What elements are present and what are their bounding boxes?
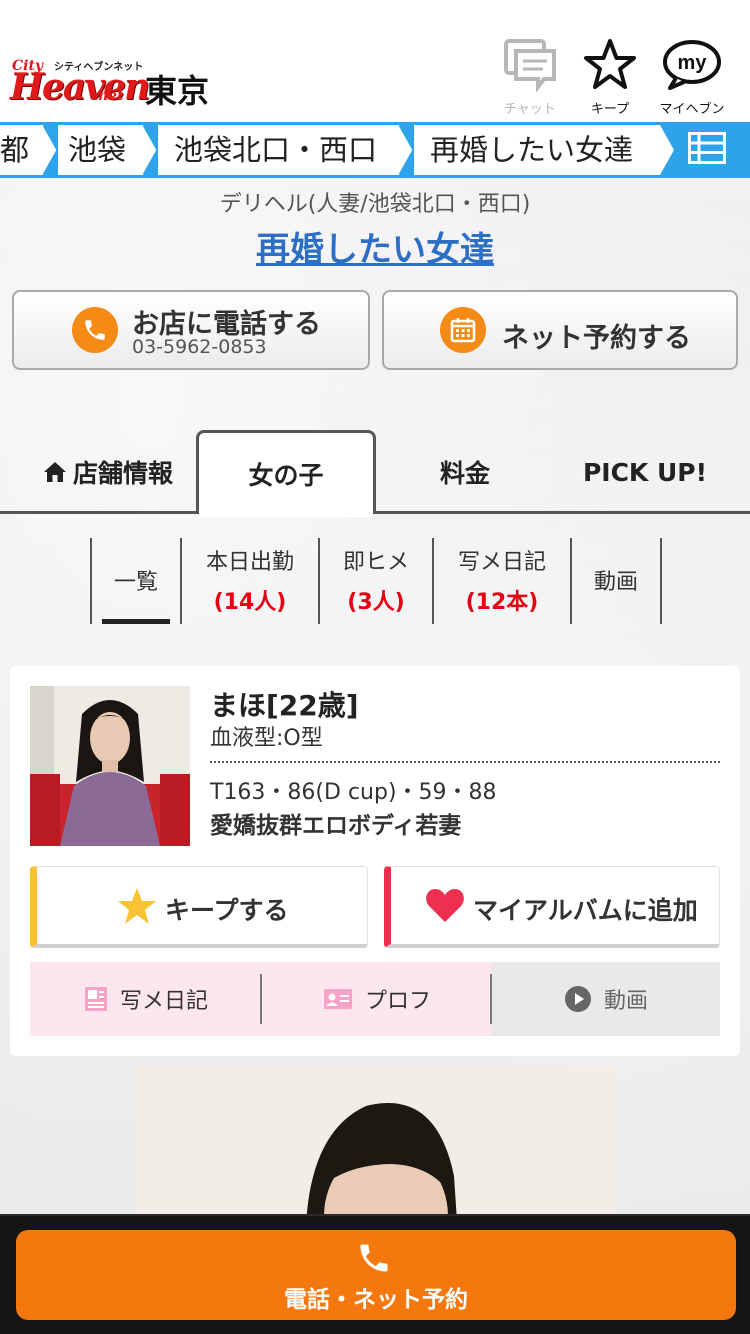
shop-phone-number: 03-5962-0853: [132, 336, 267, 358]
subtab-label: 写メ日記: [457, 550, 546, 575]
profile-link[interactable]: プロフ: [262, 962, 492, 1036]
profile-link-label: プロフ: [364, 989, 431, 1014]
my-heaven-icon: my: [662, 40, 722, 96]
subtab-label: 一覧: [113, 570, 158, 595]
logo-main-text: Heaven: [10, 66, 150, 108]
subtab-count: (14人): [213, 590, 287, 615]
bottom-action-bar: 電話・ネット予約: [0, 1214, 750, 1334]
girl-subtabs: 一覧 本日出勤 (14人) 即ヒメ (3人) 写メ日記 (12本) 動画: [90, 538, 662, 624]
chat-label: チャット: [504, 102, 556, 117]
subtab-diary[interactable]: 写メ日記 (12本): [432, 538, 570, 624]
tab-label: 料金: [439, 459, 490, 488]
breadcrumb-item-ikebukuro[interactable]: 池袋: [58, 125, 144, 175]
keep-header-button[interactable]: キープ: [580, 38, 640, 117]
breadcrumb-separator: [140, 125, 160, 175]
subtab-active-indicator: [102, 619, 170, 624]
breadcrumb-separator: [396, 125, 416, 175]
breadcrumb: 都 池袋 池袋北口・西口 再婚したい女達: [0, 122, 750, 178]
girl-catchphrase: 愛嬌抜群エロボディ若妻: [210, 813, 462, 839]
shop-name-link[interactable]: 再婚したい女達: [0, 222, 750, 271]
video-link-label: 動画: [603, 989, 648, 1014]
breadcrumb-separator: [40, 125, 60, 175]
add-album-button[interactable]: マイアルバムに追加: [384, 866, 720, 948]
main-tabs: 店舗情報 女の子 料金 PICK UP!: [0, 430, 750, 517]
divider: [210, 761, 720, 763]
keep-button-label: キープする: [165, 896, 289, 925]
my-icon-text: my: [678, 52, 708, 74]
heart-icon: [425, 887, 465, 927]
keep-button[interactable]: キープする: [30, 866, 368, 948]
call-reserve-label: 電話・ネット予約: [284, 1287, 468, 1313]
calendar-icon: [440, 307, 486, 353]
breadcrumb-label: 都: [0, 133, 30, 167]
breadcrumb-label: 再婚したい女達: [430, 133, 634, 167]
subtab-count: (12本): [465, 590, 539, 615]
girl-name[interactable]: まほ[22歳]: [210, 684, 359, 724]
tab-girls[interactable]: 女の子: [196, 430, 376, 517]
header: City シティヘブンネット Heaven net 東京 チャット キープ my…: [0, 0, 750, 122]
phone-icon: [72, 307, 118, 353]
tab-price[interactable]: 料金: [380, 430, 550, 514]
my-heaven-button[interactable]: my マイヘブン: [656, 38, 728, 117]
keep-label: キープ: [590, 102, 630, 117]
breadcrumb-label: 池袋: [68, 133, 127, 167]
girl-photo[interactable]: [30, 686, 190, 846]
star-icon: [117, 887, 157, 929]
subtab-label: 動画: [593, 570, 638, 595]
page: City シティヘブンネット Heaven net 東京 チャット キープ my…: [0, 0, 750, 1334]
diary-link-label: 写メ日記: [119, 989, 208, 1014]
tab-shop-info[interactable]: 店舗情報: [20, 430, 196, 514]
home-icon: [43, 461, 67, 483]
list-menu-icon: [688, 132, 726, 168]
subtab-today[interactable]: 本日出勤 (14人): [180, 538, 318, 624]
net-reserve-button[interactable]: ネット予約する: [382, 290, 738, 370]
tab-label: 女の子: [248, 460, 324, 490]
breadcrumb-item-shop[interactable]: 再婚したい女達: [414, 125, 660, 175]
tab-pickup[interactable]: PICK UP!: [560, 430, 730, 514]
subtab-count: (3人): [347, 590, 405, 615]
video-link[interactable]: 動画: [492, 962, 720, 1036]
diary-link[interactable]: 写メ日記: [30, 962, 262, 1036]
my-heaven-label: マイヘブン: [659, 102, 725, 117]
subtab-list[interactable]: 一覧: [90, 538, 180, 624]
subtab-video[interactable]: 動画: [570, 538, 662, 624]
chat-icon: [503, 39, 557, 96]
girl-blood-type: 血液型:O型: [210, 726, 323, 751]
diary-icon: [84, 986, 108, 1012]
star-icon: [582, 39, 638, 96]
girl-measurements: T163・86(D cup)・59・88: [210, 780, 497, 805]
profile-card-icon: [323, 988, 353, 1010]
breadcrumb-label: 池袋北口・西口: [174, 133, 378, 167]
subtab-label: 即ヒメ: [342, 550, 409, 575]
menu-button[interactable]: [664, 122, 750, 178]
tab-label: 店舗情報: [72, 459, 173, 488]
subtab-label: 本日出勤: [205, 550, 294, 575]
girl-card: まほ[22歳] 血液型:O型 T163・86(D cup)・59・88 愛嬌抜群…: [10, 666, 740, 1056]
region-title[interactable]: 東京: [145, 66, 209, 112]
site-logo[interactable]: City シティヘブンネット Heaven net: [10, 58, 150, 108]
subtab-instant[interactable]: 即ヒメ (3人): [318, 538, 432, 624]
breadcrumb-item-tokyo[interactable]: 都: [0, 125, 44, 175]
phone-icon: [356, 1240, 392, 1280]
breadcrumb-item-area[interactable]: 池袋北口・西口: [158, 125, 400, 175]
logo-net-text: net: [98, 88, 124, 104]
play-icon: [564, 985, 592, 1013]
call-reserve-button[interactable]: 電話・ネット予約: [16, 1230, 736, 1320]
girl-links-bar: 写メ日記 プロフ 動画: [30, 962, 720, 1036]
chat-button[interactable]: チャット: [502, 38, 558, 117]
add-album-label: マイアルバムに追加: [473, 896, 698, 925]
call-shop-button[interactable]: お店に電話する 03-5962-0853: [12, 290, 370, 370]
net-reserve-label: ネット予約する: [502, 323, 691, 354]
tab-label: PICK UP!: [582, 457, 708, 487]
shop-category: デリヘル(人妻/池袋北口・西口): [219, 192, 531, 217]
